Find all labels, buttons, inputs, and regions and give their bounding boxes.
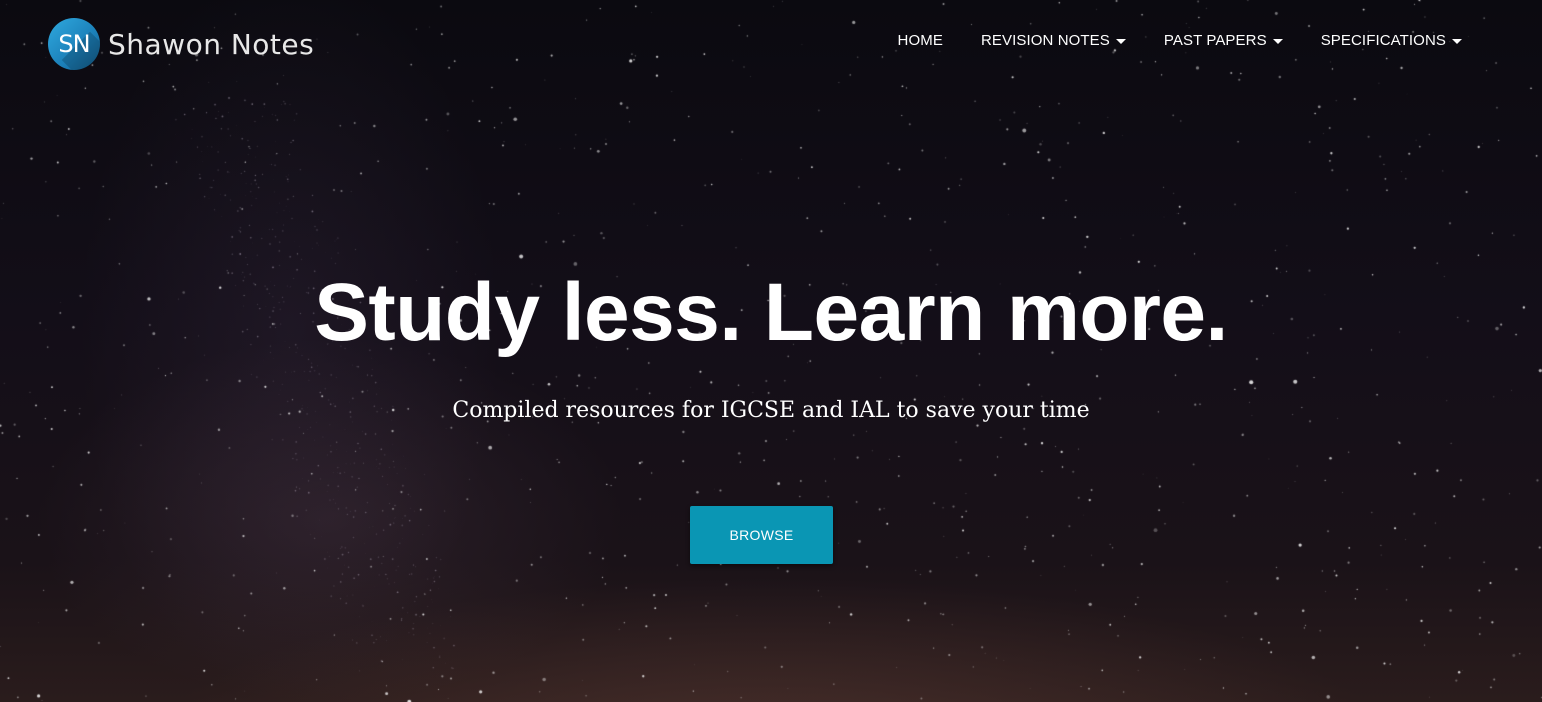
nav-item-past-papers[interactable]: PAST PAPERS: [1164, 32, 1283, 49]
nav-item-home[interactable]: HOME: [898, 32, 943, 49]
browse-button[interactable]: BROWSE: [690, 506, 833, 564]
nav-item-label: SPECIFICATIONS: [1320, 32, 1446, 49]
site-name: Shawon Notes: [108, 27, 315, 61]
hero-section: SN Shawon Notes HOME REVISION NOTES PAST…: [0, 0, 1542, 702]
nav-item-label: HOME: [897, 32, 943, 49]
nav-item-label: PAST PAPERS: [1163, 32, 1267, 49]
caret-down-icon: [1452, 39, 1462, 44]
caret-down-icon: [1115, 39, 1126, 44]
site-logo[interactable]: SN Shawon Notes: [48, 18, 314, 70]
caret-down-icon: [1272, 39, 1283, 44]
nav-item-label: REVISION NOTES: [980, 32, 1110, 49]
hero-subheadline: Compiled resources for IGCSE and IAL to …: [452, 398, 1090, 423]
main-nav: HOME REVISION NOTES PAST PAPERS SPECIFIC…: [898, 32, 1462, 49]
hero-headline: Study less. Learn more.: [314, 267, 1228, 358]
logo-initials: SN: [58, 30, 90, 58]
logo-badge-icon: SN: [48, 18, 100, 70]
nav-item-specifications[interactable]: SPECIFICATIONS: [1321, 32, 1462, 49]
nav-item-revision-notes[interactable]: REVISION NOTES: [981, 32, 1126, 49]
